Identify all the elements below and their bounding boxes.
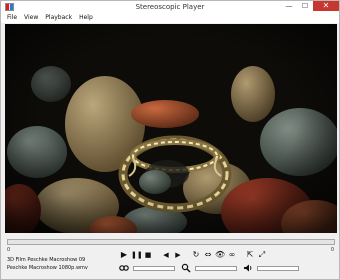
next-frame-button[interactable]: ▶ [173,250,183,260]
pause-button[interactable]: ❚❚ [131,250,143,260]
loop-icon[interactable]: ↻ [191,250,201,260]
stop-button[interactable]: ■ [143,250,153,260]
menu-file[interactable]: File [7,13,17,23]
transport-controls: ▶ ❚❚ ■ ◀ ▶ ↻ ⇔ 👁 ∞ ⇱ ⤢ [119,250,269,260]
menu-playback[interactable]: Playback [45,13,72,23]
file-name: Peschke Macroshow 1080p.wmv [7,265,88,271]
seek-bar[interactable] [7,239,335,245]
menu-view[interactable]: View [24,13,38,23]
swap-eyes-icon[interactable]: ⇔ [203,250,213,260]
file-title: 3D Film Peschke Macroshow 09 [7,257,86,263]
slider-controls [119,263,305,273]
zoom-slider[interactable] [195,265,237,271]
maximize-button[interactable]: ☐ [297,1,313,11]
anaglyph-glasses-icon[interactable]: ∞ [227,250,237,260]
video-display[interactable] [5,24,337,233]
magnifier-icon [181,263,191,273]
minimize-button[interactable]: — [281,1,297,11]
glasses-icon [119,263,129,273]
separator [185,250,189,260]
window-controls: — ☐ ✕ [281,1,339,13]
title-bar[interactable]: Stereoscopic Player — ☐ ✕ [1,1,339,13]
fullscreen-icon[interactable]: ⤢ [257,250,267,260]
current-time: 0 [7,247,11,253]
menu-help[interactable]: Help [79,13,93,23]
separator [239,250,243,260]
play-button[interactable]: ▶ [119,250,129,260]
stereo-slider[interactable] [133,265,175,271]
menu-bar: File View Playback Help [1,13,339,23]
video-frame-image [5,24,337,233]
view-mode-icon[interactable]: 👁 [215,250,225,260]
end-time: 0 [330,247,334,253]
previous-frame-button[interactable]: ◀ [161,250,171,260]
speaker-icon [243,263,253,273]
close-button[interactable]: ✕ [313,1,339,11]
separator [155,250,159,260]
player-window: Stereoscopic Player — ☐ ✕ File View Play… [0,0,340,280]
volume-slider[interactable] [257,265,299,271]
aspect-ratio-icon[interactable]: ⇱ [245,250,255,260]
